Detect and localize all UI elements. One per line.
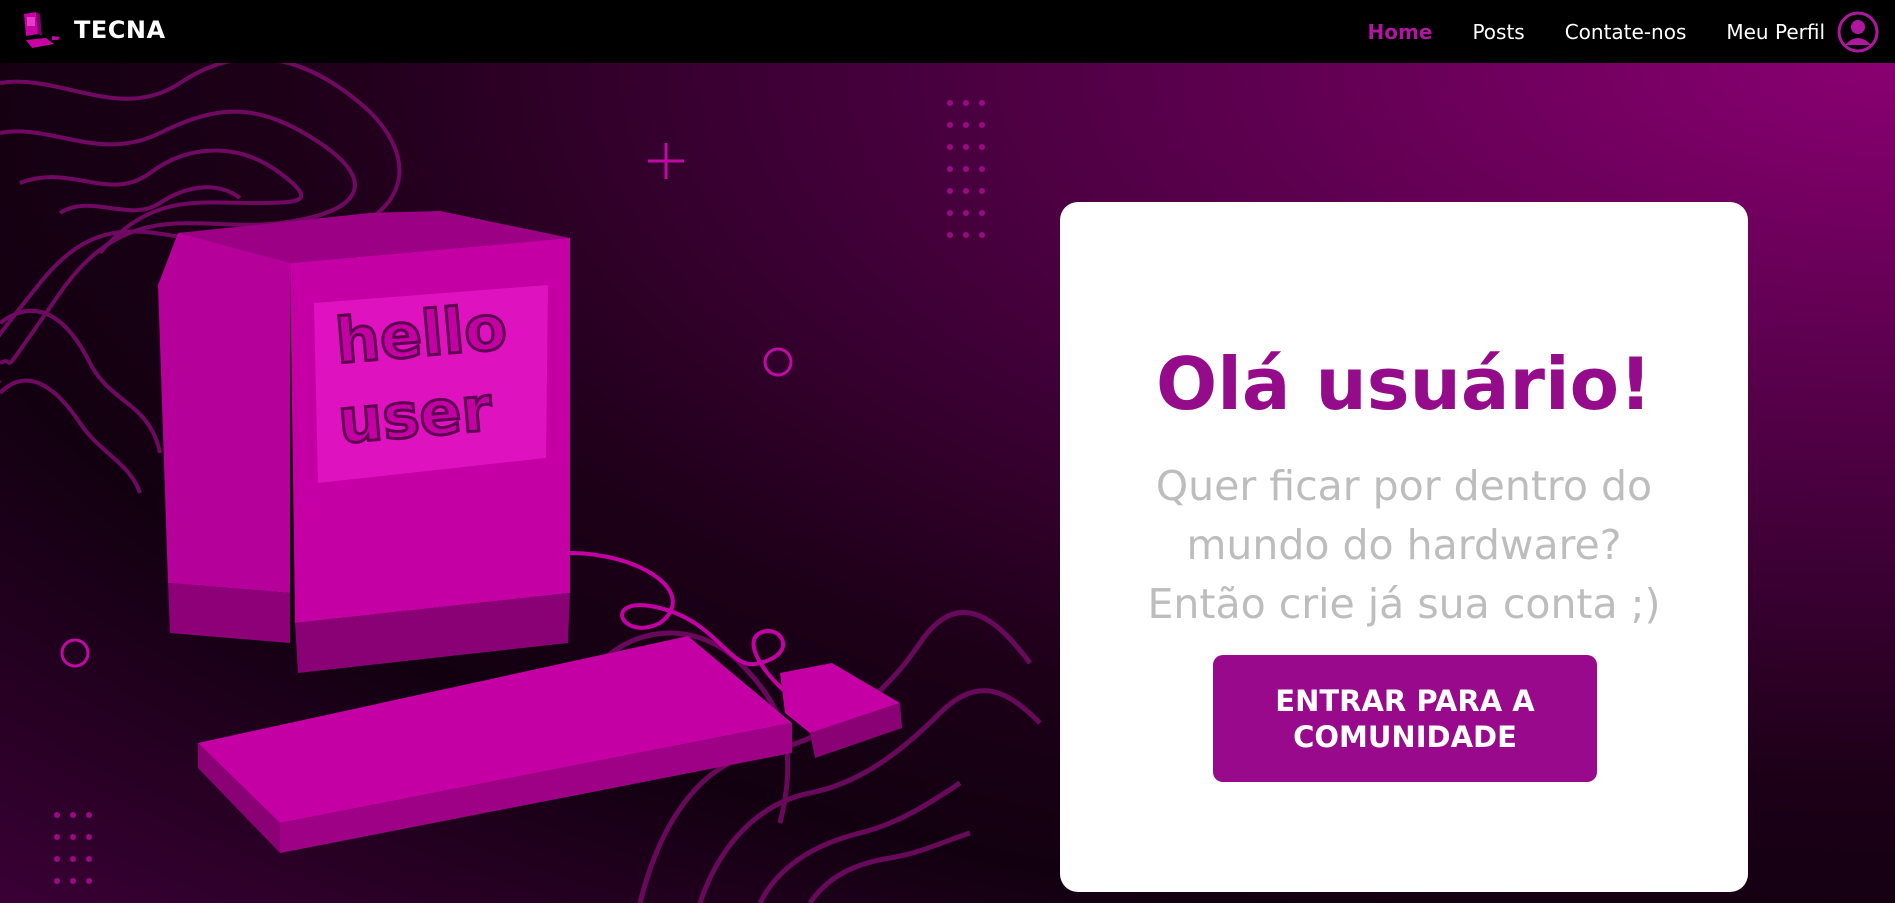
nav-links: Home Posts Contate-nos Meu Perfil — [1368, 0, 1895, 63]
profile-link[interactable]: Meu Perfil — [1726, 11, 1879, 53]
navbar: TECNA Home Posts Contate-nos Meu Perfil — [0, 0, 1895, 63]
svg-text:user: user — [335, 372, 495, 458]
nav-contact[interactable]: Contate-nos — [1565, 20, 1687, 44]
user-circle-icon — [1837, 11, 1879, 52]
button-line: COMUNIDADE — [1293, 719, 1517, 754]
subtitle-line: mundo do hardware? — [1186, 521, 1622, 569]
brand-name: TECNA — [74, 16, 166, 44]
card-subtitle: Quer ficar por dentro do mundo do hardwa… — [1120, 457, 1688, 634]
subtitle-line: Então crie já sua conta ;) — [1147, 580, 1661, 628]
svg-text:hello: hello — [333, 290, 510, 378]
welcome-card: Olá usuário! Quer ficar por dentro do mu… — [1060, 202, 1748, 892]
subtitle-line: Quer ficar por dentro do — [1155, 462, 1653, 510]
card-title: Olá usuário! — [1156, 342, 1652, 426]
join-community-button[interactable]: ENTRAR PARA A COMUNIDADE — [1213, 655, 1597, 782]
retro-computer-illustration: hello user — [158, 211, 902, 853]
computer-logo-icon — [24, 12, 60, 48]
profile-label: Meu Perfil — [1726, 19, 1825, 44]
button-line: ENTRAR PARA A — [1275, 683, 1535, 718]
nav-posts[interactable]: Posts — [1472, 20, 1524, 44]
nav-home[interactable]: Home — [1368, 20, 1433, 44]
hero-section: hello user Olá usuário! Quer ficar por d… — [0, 63, 1895, 903]
brand[interactable]: TECNA — [22, 10, 166, 50]
